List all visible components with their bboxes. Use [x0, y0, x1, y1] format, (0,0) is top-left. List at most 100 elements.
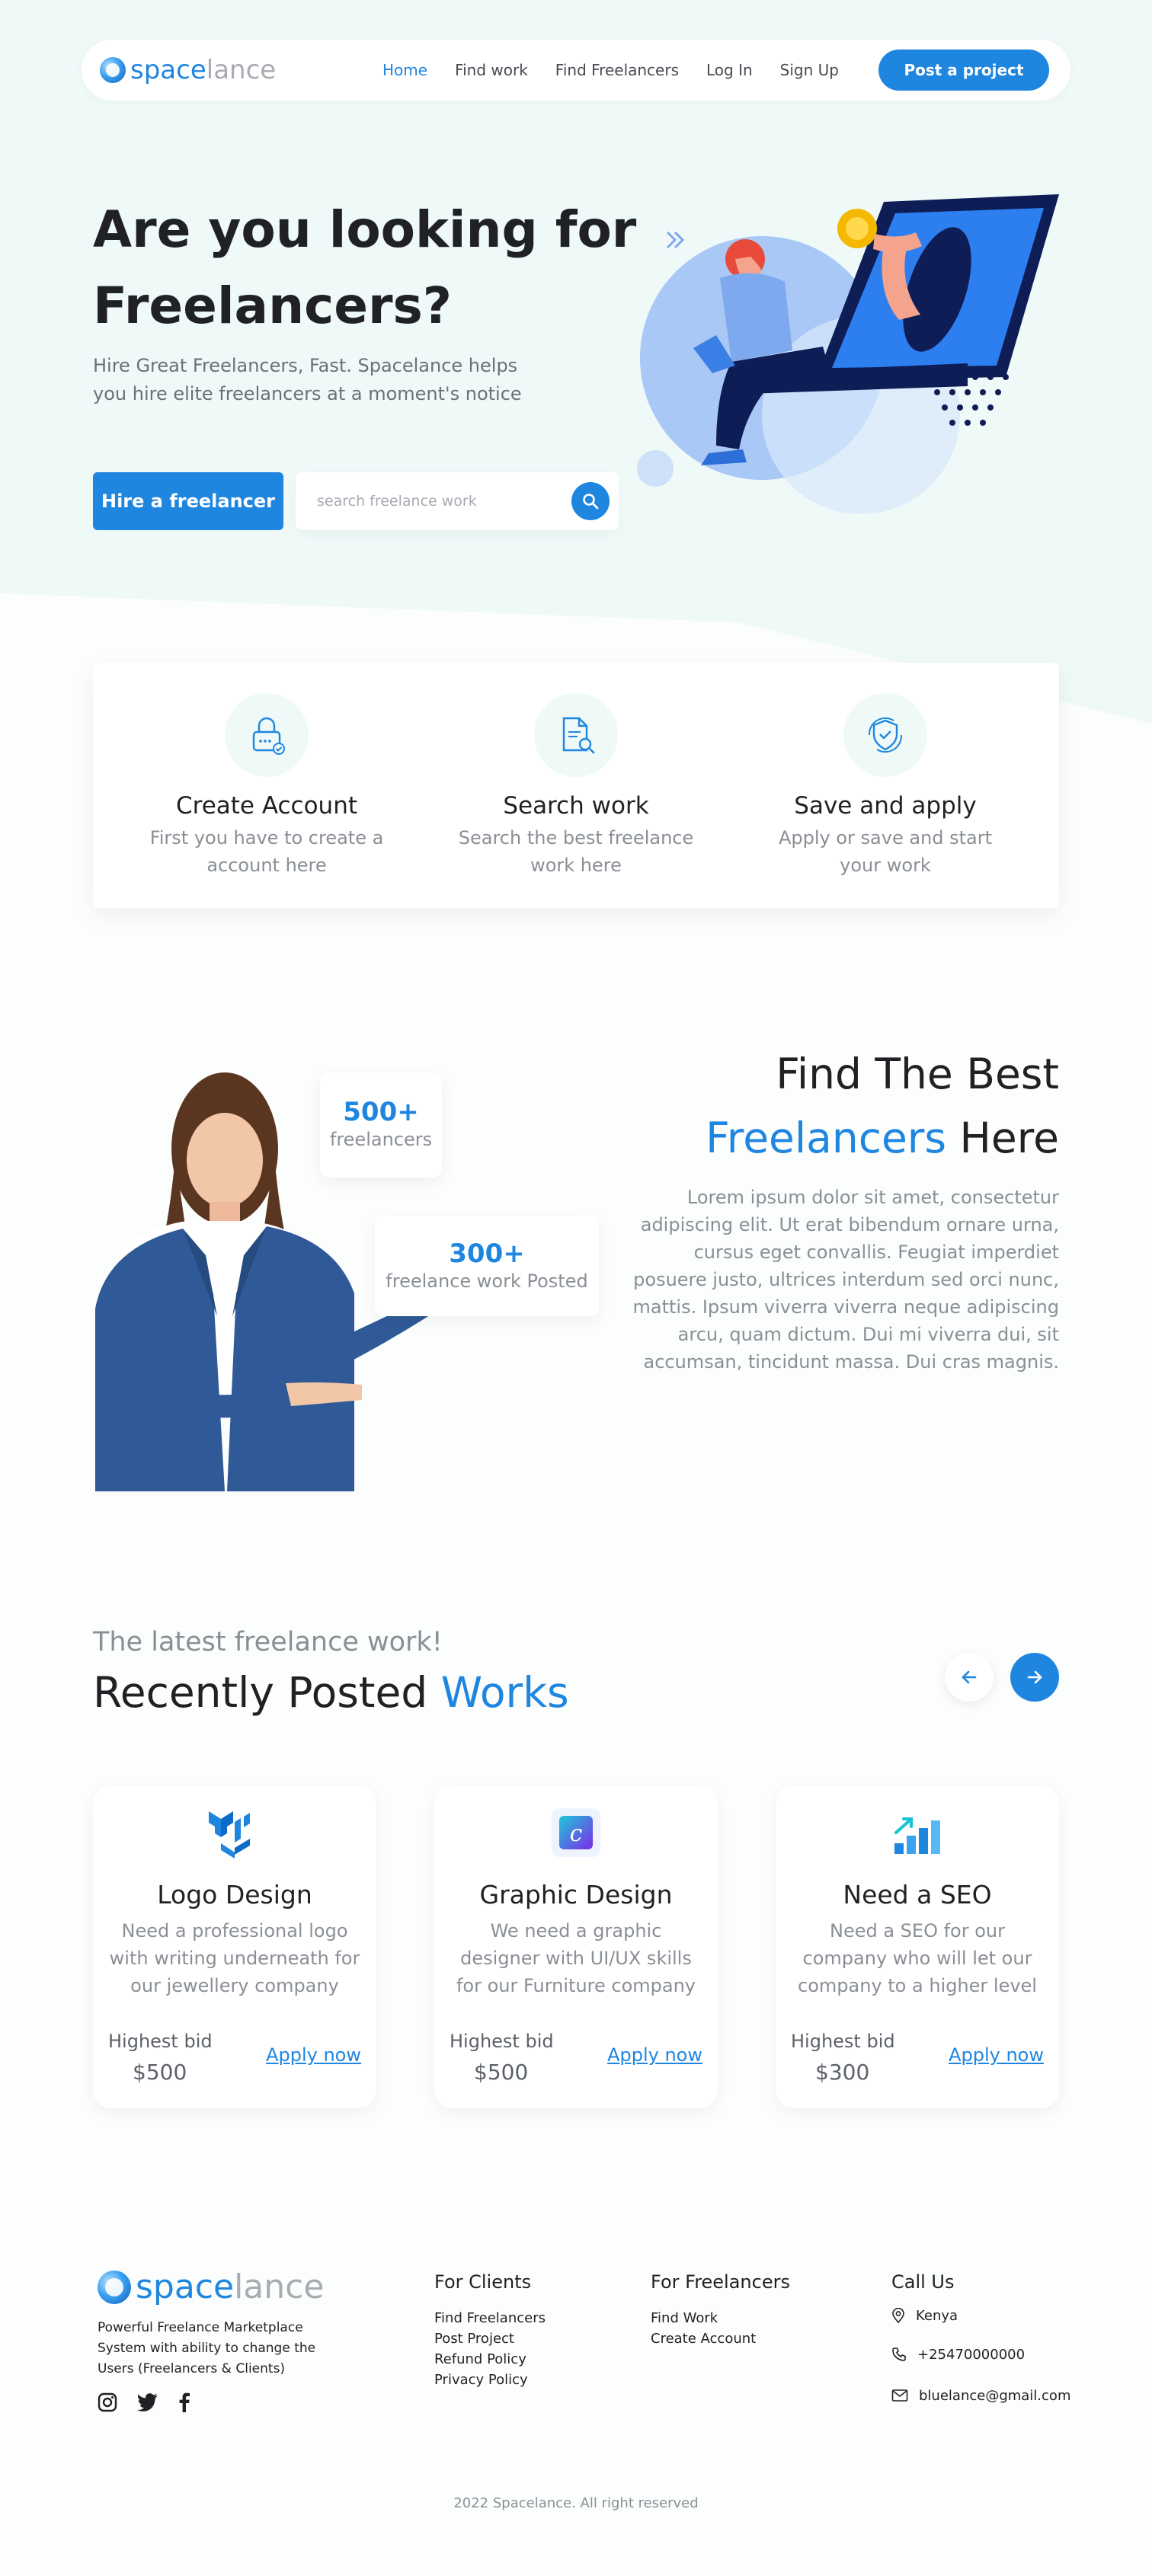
footer-clients-column: For Clients Find Freelancers Post Projec… [434, 2271, 546, 2390]
copyright-text: 2022 Spacelance. All right reserved [453, 2495, 699, 2511]
post-project-button[interactable]: Post a project [878, 50, 1049, 91]
nav-sign-up[interactable]: Sign Up [780, 61, 839, 79]
works-title-highlight: Works [440, 1668, 569, 1717]
feature-text: First you have to create a account here [149, 827, 384, 876]
footer-link[interactable]: Create Account [651, 2328, 790, 2349]
bid-value: $500 [474, 2060, 529, 2085]
card-icon-wrap [204, 1802, 265, 1863]
apply-now-link[interactable]: Apply now [266, 2044, 361, 2066]
about-title-line2: Freelancers Here [706, 1106, 1059, 1170]
brand-logo[interactable]: space lance [100, 55, 276, 85]
top-navbar: space lance Home Find work Find Freelance… [82, 40, 1070, 101]
lock-icon [252, 717, 285, 755]
about-title-rest: Here [946, 1114, 1059, 1162]
apply-now-link[interactable]: Apply now [607, 2044, 702, 2066]
about-description: Lorem ipsum dolor sit amet, consectetur … [632, 1187, 1060, 1373]
twitter-icon[interactable] [137, 2393, 158, 2411]
brand-name-part2: lance [234, 2268, 325, 2306]
bid-label: Highest bid [791, 2031, 895, 2052]
footer: space lance Powerful Freelance Marketplac… [0, 2167, 1152, 2576]
feature-title: Search work [503, 792, 649, 820]
footer-phone[interactable]: +25470000000 [891, 2334, 1070, 2375]
globe-logo-icon [100, 57, 126, 83]
mui-logo-icon [209, 1811, 250, 1858]
footer-brand-logo[interactable]: space lance [98, 2268, 324, 2306]
bid-value: $300 [815, 2060, 870, 2085]
hero-title-line2: Freelancers? [93, 276, 453, 335]
about-title-line1: Find The Best [776, 1050, 1059, 1098]
feature-search-work: Search work Search the best freelance wo… [446, 663, 706, 879]
footer-description: Powerful Freelance Marketplace System wi… [98, 2320, 316, 2376]
nav-log-in[interactable]: Log In [706, 61, 753, 79]
works-title: Recently Posted Works [93, 1668, 569, 1717]
footer-link[interactable]: Find Work [651, 2308, 790, 2328]
nav-home[interactable]: Home [382, 61, 427, 79]
nav-find-work[interactable]: Find work [455, 61, 528, 79]
card-description: We need a graphic designer with UI/UX sk… [456, 1920, 696, 1996]
arrow-right-icon [1027, 1670, 1042, 1684]
works-title-main: Recently Posted [93, 1668, 441, 1717]
bid-label: Highest bid [108, 2031, 213, 2052]
footer-location: Kenya [891, 2303, 1070, 2328]
search-input[interactable] [317, 487, 561, 515]
search-button[interactable] [571, 482, 610, 520]
phone-icon [892, 2347, 906, 2361]
hero-title: Are you looking for Freelancers? [93, 192, 642, 344]
works-kicker: The latest freelance work! [93, 1627, 443, 1657]
nav-links: Home Find work Find Freelancers Log In S… [382, 40, 839, 101]
hire-freelancer-button[interactable]: Hire a freelancer [93, 472, 283, 530]
footer-link[interactable]: Find Freelancers [434, 2308, 546, 2328]
stat-freelancers: 500+ freelancers [320, 1072, 442, 1178]
brand-name-part1: space [136, 2268, 235, 2306]
card-icon-wrap [887, 1802, 948, 1863]
footer-call-column: Call Us Kenya +25470000000 bluelance@gma… [891, 2271, 1070, 2416]
footer-link[interactable]: Privacy Policy [434, 2370, 546, 2390]
feature-icon-wrap [843, 693, 927, 777]
search-icon [583, 494, 599, 510]
seo-chart-icon [894, 1817, 940, 1854]
footer-link[interactable]: Refund Policy [434, 2349, 546, 2370]
card-description: Need a professional logo with writing un… [109, 1920, 360, 1996]
document-search-icon [562, 717, 595, 754]
bid-value: $500 [133, 2060, 187, 2085]
hero-subtitle: Hire Great Freelancers, Fast. Spacelance… [93, 355, 522, 404]
brand-name-part2: lance [206, 55, 277, 85]
phone-text: +25470000000 [917, 2346, 1026, 2363]
card-title: Graphic Design [479, 1880, 673, 1910]
feature-save-apply: Save and apply Apply or save and start y… [756, 663, 1015, 879]
apply-now-link[interactable]: Apply now [949, 2044, 1044, 2066]
footer-freelancers-column: For Freelancers Find Work Create Account [651, 2271, 790, 2349]
feature-text: Search the best freelance work here [458, 827, 694, 876]
location-text: Kenya [916, 2307, 958, 2324]
location-pin-icon [892, 2308, 904, 2323]
work-card-logo-design[interactable]: Logo Design Need a professional logo wit… [93, 1785, 376, 2108]
hero-title-line1: Are you looking for [93, 200, 637, 259]
social-links [98, 2392, 190, 2412]
feature-title: Save and apply [794, 792, 977, 820]
canva-icon: c [552, 1808, 600, 1857]
footer-clients-heading: For Clients [434, 2271, 532, 2293]
features-card: Create Account First you have to create … [93, 663, 1059, 908]
carousel-prev-button[interactable] [945, 1653, 994, 1702]
facebook-icon[interactable] [178, 2392, 190, 2412]
arrow-left-icon [962, 1670, 977, 1684]
email-text: bluelance@gmail.com [919, 2387, 1071, 2404]
feature-icon-wrap [225, 693, 309, 777]
card-title: Need a SEO [843, 1880, 992, 1910]
feature-text: Apply or save and start your work [778, 827, 993, 876]
instagram-icon[interactable] [98, 2392, 117, 2412]
about-title-highlight: Freelancers [706, 1114, 947, 1162]
carousel-next-button[interactable] [1010, 1653, 1059, 1702]
work-card-graphic-design[interactable]: c Graphic Design We need a graphic desig… [434, 1785, 718, 2108]
svg-text:c: c [570, 1820, 583, 1847]
work-card-seo[interactable]: Need a SEO Need a SEO for our company wh… [776, 1785, 1059, 2108]
footer-link[interactable]: Post Project [434, 2328, 546, 2349]
stat-label: freelancers [329, 1129, 433, 1150]
globe-logo-icon [98, 2270, 131, 2304]
bid-label: Highest bid [450, 2031, 554, 2052]
footer-email[interactable]: bluelance@gmail.com [891, 2375, 1070, 2416]
stat-work-posted: 300+ freelance work Posted [375, 1216, 599, 1316]
stat-label: freelance work Posted [386, 1270, 588, 1292]
search-box [296, 472, 619, 530]
nav-find-freelancers[interactable]: Find Freelancers [555, 61, 679, 79]
